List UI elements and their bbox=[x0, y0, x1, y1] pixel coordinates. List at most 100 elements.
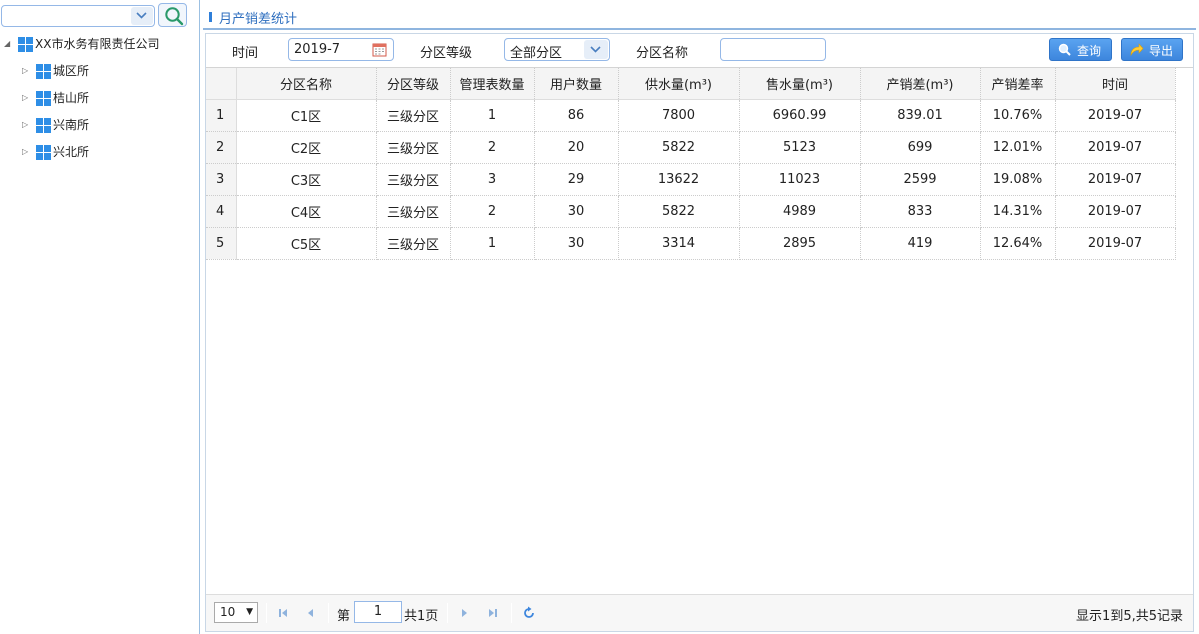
table-cell: C5区 bbox=[236, 227, 377, 260]
table-cell: 12.01% bbox=[980, 131, 1056, 164]
table-cell: 13622 bbox=[618, 163, 740, 196]
table-cell: 12.64% bbox=[980, 227, 1056, 260]
expand-icon[interactable]: ▷ bbox=[22, 66, 32, 76]
table-cell: 19.08% bbox=[980, 163, 1056, 196]
tree-node-label: 桔山所 bbox=[53, 91, 90, 105]
collapse-icon[interactable]: ◢ bbox=[4, 39, 14, 49]
table-cell: 699 bbox=[860, 131, 981, 164]
table-body: 1 C1区 三级分区 1 86 7800 6960.99 839.01 10.76% 2019-0… bbox=[206, 99, 1176, 260]
table-cell: 10.76% bbox=[980, 99, 1056, 132]
data-grid: 分区名称 分区等级 管理表数量 用户数量 供水量(m³) 售水量(m³) 产销差(m³) 产销… bbox=[206, 67, 1193, 593]
table-row[interactable]: 3 C3区 三级分区 3 29 13622 11023 2599 19.08% 2019-07 bbox=[206, 163, 1176, 196]
page-size-select[interactable]: 10 ▼ bbox=[214, 602, 258, 623]
column-header[interactable]: 用户数量 bbox=[534, 68, 619, 100]
export-button-label: 导出 bbox=[1149, 44, 1174, 58]
expand-icon[interactable]: ▷ bbox=[22, 93, 32, 103]
query-button[interactable]: 查询 bbox=[1049, 38, 1112, 61]
name-input[interactable] bbox=[720, 38, 826, 61]
column-header[interactable]: 管理表数量 bbox=[450, 68, 535, 100]
column-header[interactable]: 产销差率 bbox=[980, 68, 1056, 100]
table-cell: 14.31% bbox=[980, 195, 1056, 228]
page-number-input[interactable]: 1 bbox=[354, 601, 402, 623]
table-cell: C2区 bbox=[236, 131, 377, 164]
search-combobox[interactable] bbox=[1, 5, 155, 27]
table-cell: 833 bbox=[860, 195, 981, 228]
folder-grid-icon bbox=[36, 91, 51, 106]
tree-node-label: 兴北所 bbox=[53, 145, 90, 159]
table-cell: 419 bbox=[860, 227, 981, 260]
prev-page-icon[interactable] bbox=[303, 606, 317, 620]
refresh-icon[interactable] bbox=[522, 606, 536, 620]
main-panel: 月产销差统计 时间 2019-7 分区等级 全部分区 分区名称 查询 导出 分区… bbox=[203, 3, 1196, 634]
table-cell: 2019-07 bbox=[1055, 131, 1176, 164]
calendar-icon[interactable] bbox=[372, 42, 387, 61]
tree-node[interactable]: ▷ 桔山所 bbox=[0, 88, 198, 115]
folder-grid-icon bbox=[18, 37, 33, 52]
table-row[interactable]: 5 C5区 三级分区 1 30 3314 2895 419 12.64% 2019-07 bbox=[206, 227, 1176, 260]
table-cell: 三级分区 bbox=[376, 99, 451, 132]
folder-grid-icon bbox=[36, 118, 51, 133]
column-header[interactable]: 时间 bbox=[1055, 68, 1176, 100]
table-cell: 29 bbox=[534, 163, 619, 196]
table-cell: 1 bbox=[450, 227, 535, 260]
tree-node-label: XX市水务有限责任公司 bbox=[35, 37, 160, 51]
column-header[interactable]: 售水量(m³) bbox=[739, 68, 861, 100]
table-cell: 2019-07 bbox=[1055, 99, 1176, 132]
caret-down-icon: ▼ bbox=[246, 607, 253, 617]
table-cell: 2019-07 bbox=[1055, 163, 1176, 196]
pager-separator bbox=[328, 603, 329, 623]
level-select[interactable]: 全部分区 bbox=[504, 38, 610, 61]
org-tree: ◢ XX市水务有限责任公司 ▷ 城区所 ▷ 桔山所 ▷ 兴南所 ▷ 兴北所 bbox=[0, 34, 198, 169]
tree-node[interactable]: ▷ 兴南所 bbox=[0, 115, 198, 142]
table-cell: C4区 bbox=[236, 195, 377, 228]
time-label: 时间 bbox=[232, 46, 259, 61]
column-header[interactable]: 产销差(m³) bbox=[860, 68, 981, 100]
row-number: 3 bbox=[206, 163, 237, 196]
page-prefix: 第 bbox=[337, 609, 351, 624]
panel-content: 时间 2019-7 分区等级 全部分区 分区名称 查询 导出 分区名称 分区等级… bbox=[205, 33, 1194, 632]
pagination-bar: 10 ▼ 第 1 共1页 显示1到5,共5记录 bbox=[206, 594, 1193, 631]
chevron-down-icon[interactable] bbox=[584, 40, 608, 59]
table-row[interactable]: 4 C4区 三级分区 2 30 5822 4989 833 14.31% 2019-07 bbox=[206, 195, 1176, 228]
tree-node-root[interactable]: ◢ XX市水务有限责任公司 bbox=[0, 34, 198, 61]
table-cell: 4989 bbox=[739, 195, 861, 228]
page-title: 月产销差统计 bbox=[219, 12, 298, 27]
next-page-icon[interactable] bbox=[458, 606, 472, 620]
data-table: 分区名称 分区等级 管理表数量 用户数量 供水量(m³) 售水量(m³) 产销差(m³) 产销… bbox=[206, 68, 1176, 260]
table-cell: 三级分区 bbox=[376, 131, 451, 164]
table-row[interactable]: 1 C1区 三级分区 1 86 7800 6960.99 839.01 10.76% 2019-0… bbox=[206, 99, 1176, 132]
pager-separator bbox=[447, 603, 448, 623]
table-cell: 3314 bbox=[618, 227, 740, 260]
table-cell: 三级分区 bbox=[376, 195, 451, 228]
folder-grid-icon bbox=[36, 145, 51, 160]
pager-info: 显示1到5,共5记录 bbox=[1076, 609, 1183, 624]
last-page-icon[interactable] bbox=[486, 606, 500, 620]
table-cell: 5822 bbox=[618, 195, 740, 228]
table-cell: 2895 bbox=[739, 227, 861, 260]
table-row[interactable]: 2 C2区 三级分区 2 20 5822 5123 699 12.01% 2019-07 bbox=[206, 131, 1176, 164]
table-cell: 5822 bbox=[618, 131, 740, 164]
tree-node[interactable]: ▷ 兴北所 bbox=[0, 142, 198, 169]
table-cell: 86 bbox=[534, 99, 619, 132]
tree-node[interactable]: ▷ 城区所 bbox=[0, 61, 198, 88]
table-cell: 2019-07 bbox=[1055, 195, 1176, 228]
table-cell: 839.01 bbox=[860, 99, 981, 132]
first-page-icon[interactable] bbox=[276, 606, 290, 620]
expand-icon[interactable]: ▷ bbox=[22, 120, 32, 130]
column-header[interactable]: 分区等级 bbox=[376, 68, 451, 100]
sidebar-search bbox=[0, 3, 198, 27]
tree-node-label: 兴南所 bbox=[53, 118, 90, 132]
expand-icon[interactable]: ▷ bbox=[22, 147, 32, 157]
column-header[interactable]: 供水量(m³) bbox=[618, 68, 740, 100]
folder-grid-icon bbox=[36, 64, 51, 79]
sidebar: ◢ XX市水务有限责任公司 ▷ 城区所 ▷ 桔山所 ▷ 兴南所 ▷ 兴北所 bbox=[0, 0, 200, 634]
search-icon bbox=[165, 7, 184, 26]
app-root: ◢ XX市水务有限责任公司 ▷ 城区所 ▷ 桔山所 ▷ 兴南所 ▷ 兴北所 月产销差统计 时间 2… bbox=[0, 0, 1199, 634]
row-number-header bbox=[206, 68, 237, 100]
time-datebox[interactable]: 2019-7 bbox=[288, 38, 394, 61]
column-header[interactable]: 分区名称 bbox=[236, 68, 377, 100]
chevron-down-icon[interactable] bbox=[131, 7, 153, 25]
export-button[interactable]: 导出 bbox=[1121, 38, 1183, 61]
table-cell: 11023 bbox=[739, 163, 861, 196]
search-button[interactable] bbox=[158, 3, 187, 27]
